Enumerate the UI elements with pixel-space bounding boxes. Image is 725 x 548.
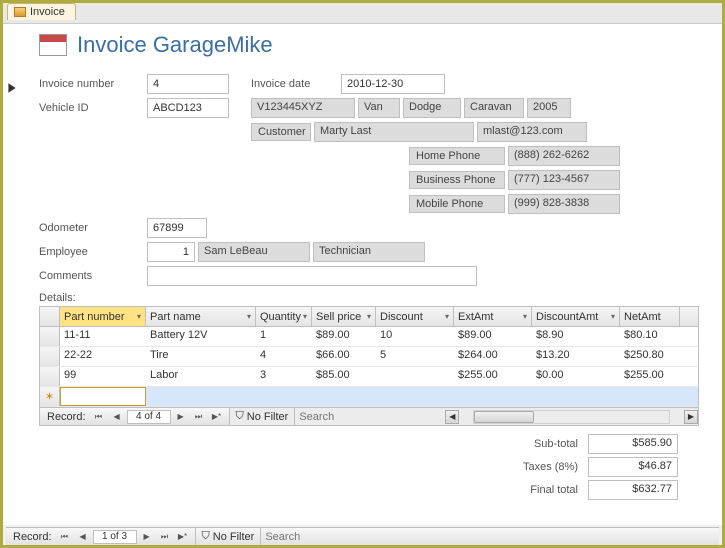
subform-nav: Record: ⏮ ◀ ▶ ⏭ ▶* ⛉ No Filter ◀ ▶ bbox=[40, 407, 698, 425]
filter-button[interactable]: ⛉ No Filter bbox=[196, 528, 262, 545]
row-selector[interactable] bbox=[40, 327, 60, 346]
search-input[interactable] bbox=[295, 410, 445, 424]
comments-label: Comments bbox=[39, 270, 147, 282]
comments-input[interactable] bbox=[147, 266, 477, 286]
customer-name-field: Marty Last bbox=[314, 122, 474, 142]
page-title: Invoice GarageMike bbox=[77, 32, 273, 58]
tab-bar: Invoice bbox=[3, 3, 722, 23]
subtotal-label: Sub-total bbox=[534, 438, 578, 450]
details-grid: Part number▾ Part name▾ Quantity▾ Sell p… bbox=[39, 306, 699, 426]
scroll-right-button[interactable]: ▶ bbox=[684, 410, 698, 424]
invoice-date-input[interactable] bbox=[341, 74, 445, 94]
col-sell-price[interactable]: Sell price▾ bbox=[312, 307, 376, 326]
new-row[interactable]: ✶ bbox=[40, 387, 698, 407]
nav-new-button[interactable]: ▶* bbox=[175, 530, 191, 544]
scrollbar[interactable] bbox=[473, 410, 670, 424]
mobile-phone-label: Mobile Phone bbox=[409, 195, 505, 213]
invoice-number-input[interactable] bbox=[147, 74, 229, 94]
main-nav: Record: ⏮ ◀ ▶ ⏭ ▶* ⛉ No Filter bbox=[6, 527, 719, 545]
nav-new-button[interactable]: ▶* bbox=[209, 410, 225, 424]
form-icon bbox=[14, 7, 26, 17]
col-net-amt[interactable]: NetAmt bbox=[620, 307, 680, 326]
chevron-down-icon[interactable]: ▾ bbox=[523, 312, 527, 321]
row-selector-header[interactable] bbox=[40, 307, 60, 326]
nav-prev-button[interactable]: ◀ bbox=[109, 410, 125, 424]
nav-last-button[interactable]: ⏭ bbox=[157, 530, 173, 544]
nav-first-button[interactable]: ⏮ bbox=[91, 410, 107, 424]
home-phone-field: (888) 262-6262 bbox=[508, 146, 620, 166]
record-selector[interactable] bbox=[6, 82, 18, 94]
grid-header: Part number▾ Part name▾ Quantity▾ Sell p… bbox=[40, 307, 698, 327]
home-phone-label: Home Phone bbox=[409, 147, 505, 165]
business-phone-label: Business Phone bbox=[409, 171, 505, 189]
scroll-thumb[interactable] bbox=[474, 411, 534, 423]
business-phone-field: (777) 123-4567 bbox=[508, 170, 620, 190]
vehicle-id-label: Vehicle ID bbox=[39, 102, 147, 114]
filter-button[interactable]: ⛉ No Filter bbox=[230, 408, 296, 425]
final-total-value: $632.77 bbox=[588, 480, 678, 500]
body-field: Van bbox=[358, 98, 400, 118]
customer-label: Customer bbox=[251, 123, 311, 141]
form-header: Invoice GarageMike bbox=[21, 32, 704, 58]
invoice-icon bbox=[39, 34, 67, 56]
table-row[interactable]: 11-11 Battery 12V 1 $89.00 10 $89.00 $8.… bbox=[40, 327, 698, 347]
chevron-down-icon[interactable]: ▾ bbox=[611, 312, 615, 321]
subtotal-value: $585.90 bbox=[588, 434, 678, 454]
nav-last-button[interactable]: ⏭ bbox=[191, 410, 207, 424]
col-ext-amt[interactable]: ExtAmt▾ bbox=[454, 307, 532, 326]
nav-prev-button[interactable]: ◀ bbox=[75, 530, 91, 544]
chevron-down-icon[interactable]: ▾ bbox=[247, 312, 251, 321]
new-row-input[interactable] bbox=[60, 387, 146, 406]
tab-invoice[interactable]: Invoice bbox=[7, 3, 76, 20]
odometer-label: Odometer bbox=[39, 222, 147, 234]
form-area: Invoice GarageMike Invoice number Invoic… bbox=[3, 23, 722, 525]
record-label: Record: bbox=[44, 411, 89, 423]
scroll-left-button[interactable]: ◀ bbox=[445, 410, 459, 424]
col-quantity[interactable]: Quantity▾ bbox=[256, 307, 312, 326]
filter-icon: ⛉ bbox=[236, 410, 244, 423]
odometer-input[interactable] bbox=[147, 218, 207, 238]
col-part-name[interactable]: Part name▾ bbox=[146, 307, 256, 326]
record-position[interactable] bbox=[127, 410, 171, 424]
chevron-down-icon[interactable]: ▾ bbox=[367, 312, 371, 321]
invoice-date-label: Invoice date bbox=[251, 78, 341, 90]
employee-label: Employee bbox=[39, 246, 147, 258]
filter-icon: ⛉ bbox=[202, 530, 210, 543]
invoice-number-label: Invoice number bbox=[39, 78, 147, 90]
chevron-down-icon[interactable]: ▾ bbox=[303, 312, 307, 321]
employee-role-field: Technician bbox=[313, 242, 425, 262]
record-position[interactable] bbox=[93, 530, 137, 544]
tab-label: Invoice bbox=[30, 6, 65, 18]
totals: Sub-total $585.90 Taxes (8%) $46.87 Fina… bbox=[21, 434, 704, 500]
search-input[interactable] bbox=[261, 530, 411, 544]
record-label: Record: bbox=[10, 531, 55, 543]
table-row[interactable]: 99 Labor 3 $85.00 $255.00 $0.00 $255.00 bbox=[40, 367, 698, 387]
make-field: Dodge bbox=[403, 98, 461, 118]
row-selector[interactable] bbox=[40, 347, 60, 366]
nav-first-button[interactable]: ⏮ bbox=[57, 530, 73, 544]
col-discount[interactable]: Discount▾ bbox=[376, 307, 454, 326]
nav-next-button[interactable]: ▶ bbox=[173, 410, 189, 424]
employee-name-field: Sam LeBeau bbox=[198, 242, 310, 262]
mobile-phone-field: (999) 828-3838 bbox=[508, 194, 620, 214]
taxes-value: $46.87 bbox=[588, 457, 678, 477]
chevron-down-icon[interactable]: ▾ bbox=[137, 312, 141, 321]
model-field: Caravan bbox=[464, 98, 524, 118]
final-total-label: Final total bbox=[530, 484, 578, 496]
nav-next-button[interactable]: ▶ bbox=[139, 530, 155, 544]
employee-id-input[interactable] bbox=[147, 242, 195, 262]
col-discount-amt[interactable]: DiscountAmt▾ bbox=[532, 307, 620, 326]
taxes-label: Taxes (8%) bbox=[523, 461, 578, 473]
vin-field: V123445XYZ bbox=[251, 98, 355, 118]
chevron-down-icon[interactable]: ▾ bbox=[445, 312, 449, 321]
row-selector[interactable] bbox=[40, 367, 60, 386]
year-field: 2005 bbox=[527, 98, 571, 118]
col-part-number[interactable]: Part number▾ bbox=[60, 307, 146, 326]
table-row[interactable]: 22-22 Tire 4 $66.00 5 $264.00 $13.20 $25… bbox=[40, 347, 698, 367]
details-label: Details: bbox=[39, 292, 704, 304]
new-row-icon[interactable]: ✶ bbox=[40, 387, 60, 406]
vehicle-id-input[interactable] bbox=[147, 98, 229, 118]
customer-email-field: mlast@123.com bbox=[477, 122, 587, 142]
